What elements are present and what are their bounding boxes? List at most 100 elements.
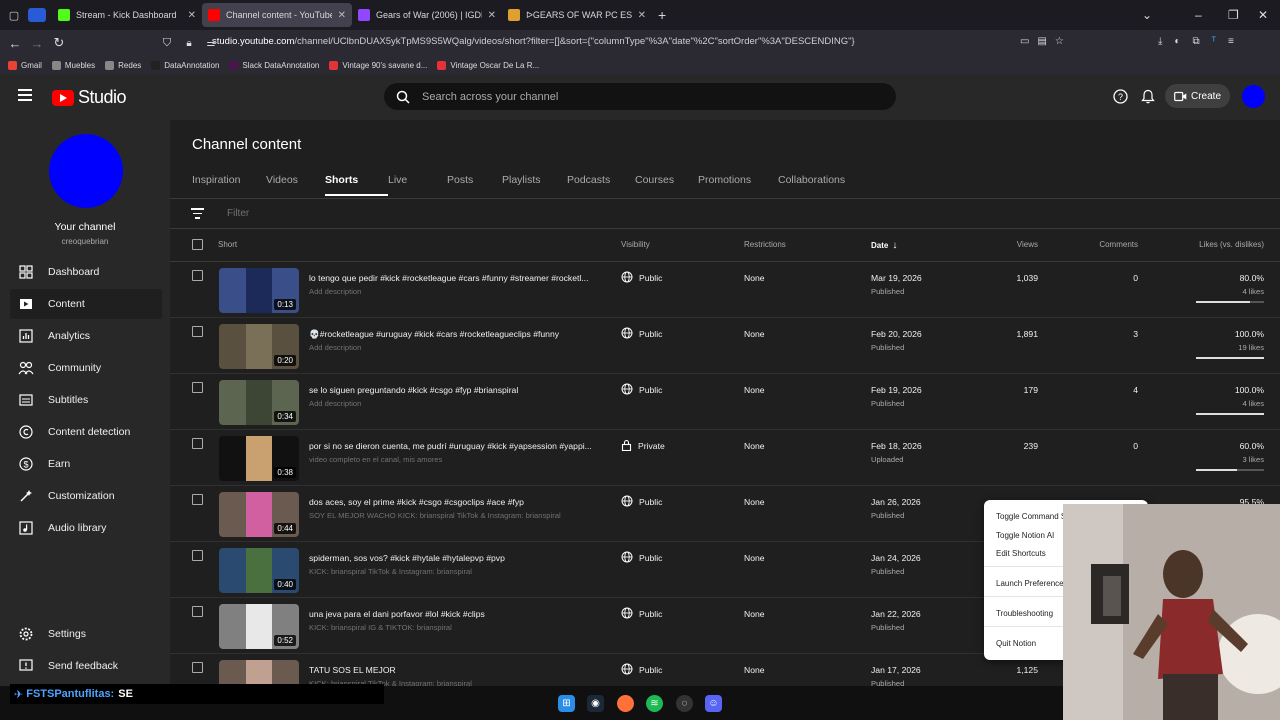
tab-live[interactable]: Live [388,174,447,196]
bookmark-item[interactable]: Slack DataAnnotation [229,60,319,70]
column-header-date[interactable]: Date ↓ [871,240,897,251]
firefox-icon[interactable] [617,695,634,712]
visibility-cell[interactable]: Private [621,439,665,453]
row-checkbox[interactable] [192,662,203,673]
account-icon[interactable]: ◐ [1174,36,1180,47]
short-title[interactable]: una jeva para el dani porfavor #lol #kic… [309,609,599,619]
tab-courses[interactable]: Courses [635,174,698,196]
extensions-icon[interactable]: ⧉ [1192,36,1199,47]
table-row[interactable]: 0:38 por si no se dieron cuenta, me pudr… [170,430,1280,486]
short-thumbnail[interactable]: 0:13 [219,268,299,313]
short-thumbnail[interactable]: 0:38 [219,436,299,481]
minimize-icon[interactable]: – [1195,0,1202,30]
visibility-cell[interactable]: Public [621,495,662,509]
sidebar-item-analytics[interactable]: Analytics [10,321,162,351]
download-icon[interactable]: ⤓ [1158,36,1162,47]
row-checkbox[interactable] [192,550,203,561]
close-tab-icon[interactable]: ✕ [338,10,346,21]
create-button[interactable]: Create [1165,84,1230,108]
spotify-icon[interactable]: ≋ [646,695,663,712]
sidebar-item-content-detection[interactable]: Content detection [10,417,162,447]
short-title[interactable]: TATU SOS EL MEJOR [309,665,599,675]
help-icon[interactable]: ? [1113,89,1128,104]
close-window-icon[interactable]: ✕ [1258,0,1268,30]
menu-item-toggle-command-search[interactable]: Toggle Command S [996,512,1066,521]
short-thumbnail[interactable]: 0:40 [219,548,299,593]
tab-collaborations[interactable]: Collaborations [778,174,874,196]
browser-tab[interactable]: ᐅGEARS OF WAR PC ESPAÑOL✕ [502,0,652,30]
menu-item-troubleshooting[interactable]: Troubleshooting [996,609,1053,618]
obs-icon[interactable]: ◌ [676,695,693,712]
windows-start-icon[interactable]: ⊞ [558,695,575,712]
notifications-bell-icon[interactable] [1141,89,1155,104]
address-bar[interactable]: studio.youtube.com/channel/UClbnDUAX5ykT… [212,36,855,47]
account-avatar[interactable] [1242,85,1265,108]
visibility-cell[interactable]: Public [621,327,662,341]
menu-item-launch-preferences[interactable]: Launch Preferences [996,579,1068,588]
visibility-cell[interactable]: Public [621,271,662,285]
bookmark-item[interactable]: Gmail [8,60,42,70]
menu-item-toggle-notion-ai[interactable]: Toggle Notion AI [996,531,1054,540]
steam-icon[interactable]: ◉ [587,695,604,712]
tab-posts[interactable]: Posts [447,174,502,196]
visibility-cell[interactable]: Public [621,607,662,621]
extension-icon[interactable]: ᵀ [1212,36,1216,47]
short-title[interactable]: 💀#rocketleague #uruguay #kick #cars #roc… [309,329,599,340]
search-input[interactable]: Search across your channel [384,83,896,110]
forward-icon[interactable]: → [26,36,48,51]
short-thumbnail[interactable]: 0:52 [219,604,299,649]
browser-tab[interactable]: Stream - Kick Dashboard ✕ [52,0,202,30]
short-thumbnail[interactable]: 0:44 [219,492,299,537]
short-title[interactable]: dos aces, soy el prime #kick #csgo #csgo… [309,497,599,507]
row-checkbox[interactable] [192,382,203,393]
row-checkbox[interactable] [192,270,203,281]
reader-icon[interactable]: ▤ [1037,36,1046,47]
bookmark-item[interactable]: Vintage Oscar De La R... [437,60,539,70]
bookmark-item[interactable]: DataAnnotation [151,60,219,70]
sidebar-item-audio-library[interactable]: Audio library [10,513,162,543]
visibility-cell[interactable]: Public [621,551,662,565]
visibility-cell[interactable]: Public [621,383,662,397]
filter-bar[interactable] [170,199,1280,229]
tab-playlists[interactable]: Playlists [502,174,567,196]
sidebar-item-content[interactable]: Content [10,289,162,319]
close-tab-icon[interactable]: ✕ [188,10,196,21]
sidebar-item-community[interactable]: Community [10,353,162,383]
tab-shorts[interactable]: Shorts [325,174,388,196]
table-row[interactable]: 0:20 💀#rocketleague #uruguay #kick #cars… [170,318,1280,374]
sidebar-item-settings[interactable]: Settings [10,619,162,649]
discord-icon[interactable]: ☺ [705,695,722,712]
short-title[interactable]: por si no se dieron cuenta, me pudrí #ur… [309,441,599,451]
tab-inspiration[interactable]: Inspiration [192,174,266,196]
select-all-checkbox[interactable] [192,239,203,250]
container-tab-icon[interactable] [28,8,46,22]
close-tab-icon[interactable]: ✕ [638,10,646,21]
bookmark-item[interactable]: Muebles [51,60,95,70]
sidebar-item-customization[interactable]: Customization [10,481,162,511]
studio-logo[interactable]: Studio [52,87,127,108]
lock-icon[interactable]: 🔒︎ [178,38,200,49]
menu-icon[interactable]: ≡ [1228,36,1234,47]
short-title[interactable]: se lo siguen preguntando #kick #csgo #fy… [309,385,599,395]
row-checkbox[interactable] [192,606,203,617]
reload-icon[interactable]: ↻ [48,35,70,51]
restore-icon[interactable]: ❐ [1228,0,1239,30]
row-checkbox[interactable] [192,326,203,337]
filter-input[interactable]: Filter [227,208,249,219]
sidebar-item-subtitles[interactable]: Subtitles [10,385,162,415]
tab-overview-icon[interactable]: ▢ [0,9,28,22]
tab-promotions[interactable]: Promotions [698,174,778,196]
sidebar-item-send-feedback[interactable]: Send feedback [10,651,162,681]
tab-podcasts[interactable]: Podcasts [567,174,635,196]
sidebar-item-dashboard[interactable]: Dashboard [10,257,162,287]
menu-item-edit-shortcuts[interactable]: Edit Shortcuts [996,549,1046,558]
back-icon[interactable]: ← [4,36,26,51]
short-thumbnail[interactable]: 0:34 [219,380,299,425]
browser-tab[interactable]: Gears of War (2006) | IGDB.com✕ [352,0,502,30]
short-title[interactable]: lo tengo que pedir #kick #rocketleague #… [309,273,599,283]
tab-videos[interactable]: Videos [266,174,325,196]
filter-icon[interactable] [191,208,204,219]
visibility-cell[interactable]: Public [621,663,662,677]
table-row[interactable]: 0:34 se lo siguen preguntando #kick #csg… [170,374,1280,430]
row-checkbox[interactable] [192,438,203,449]
